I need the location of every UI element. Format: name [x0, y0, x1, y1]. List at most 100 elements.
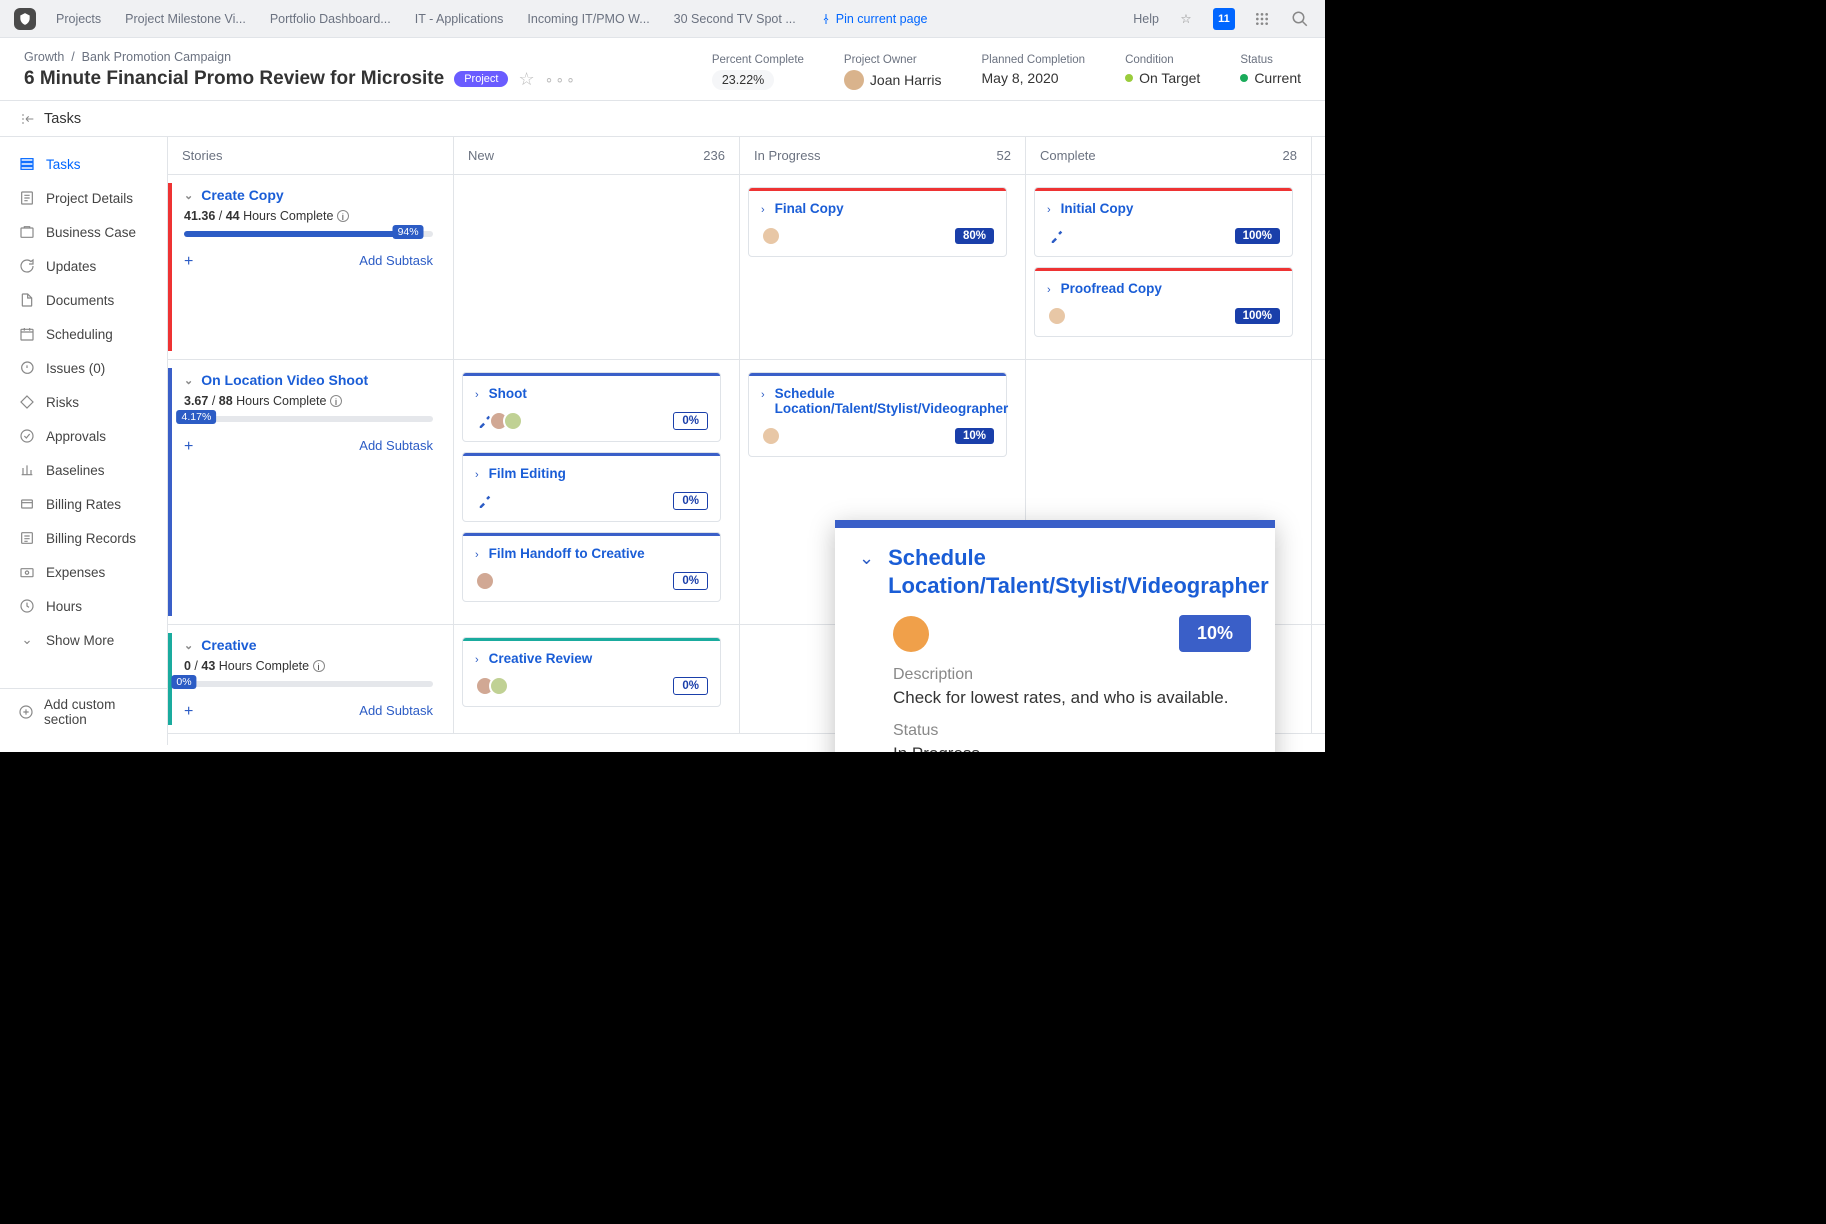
sidebar-item-baselines[interactable]: Baselines [0, 453, 167, 487]
assignee-avatar [761, 226, 781, 246]
column-header-stories: Stories [168, 137, 454, 174]
chevron-down-icon[interactable]: ⌄ [184, 374, 193, 387]
story-title[interactable]: Create Copy [201, 187, 283, 203]
add-subtask-plus[interactable]: + [184, 253, 193, 271]
sidebar-item-icon [18, 461, 36, 479]
sidebar-item-expenses[interactable]: Expenses [0, 555, 167, 589]
nav-tab[interactable]: 30 Second TV Spot ... [674, 12, 796, 26]
tool-icon [1047, 226, 1067, 246]
task-card[interactable]: ›Film Handoff to Creative0% [462, 532, 721, 602]
story-progress: 0% [184, 681, 433, 687]
task-card[interactable]: ›Schedule Location/Talent/Stylist/Videog… [748, 372, 1007, 457]
breadcrumb-root[interactable]: Growth [24, 50, 64, 64]
card-percent: 100% [1235, 228, 1280, 244]
chevron-right-icon: › [475, 389, 479, 401]
sidebar-item-icon [18, 563, 36, 581]
favorite-icon[interactable]: ☆ [518, 69, 534, 90]
sidebar-item-icon [18, 325, 36, 343]
assignee-avatar [761, 426, 781, 446]
tool-icon [475, 491, 495, 511]
sidebar-item-project-details[interactable]: Project Details [0, 181, 167, 215]
favorite-star-icon[interactable]: ☆ [1175, 8, 1197, 30]
column-label: New [468, 148, 494, 163]
stat-percent-complete: Percent Complete 23.22% [712, 54, 804, 90]
app-logo[interactable] [14, 8, 36, 30]
sidebar-item-tasks[interactable]: Tasks [0, 147, 167, 181]
sidebar: TasksProject DetailsBusiness CaseUpdates… [0, 137, 168, 745]
top-nav: Projects Project Milestone Vi... Portfol… [0, 0, 1325, 38]
apps-icon[interactable] [1251, 8, 1273, 30]
collapse-icon[interactable] [20, 112, 36, 126]
pin-page-button[interactable]: Pin current page [820, 12, 928, 26]
nav-tab[interactable]: Project Milestone Vi... [125, 12, 246, 26]
nav-tab[interactable]: IT - Applications [415, 12, 504, 26]
info-icon[interactable]: i [330, 395, 342, 407]
chevron-right-icon: › [1047, 204, 1051, 216]
task-card[interactable]: ›Final Copy80% [748, 187, 1007, 257]
sidebar-item-updates[interactable]: Updates [0, 249, 167, 283]
info-icon[interactable]: i [313, 660, 325, 672]
sidebar-item-approvals[interactable]: Approvals [0, 419, 167, 453]
task-card[interactable]: ›Proofread Copy100% [1034, 267, 1293, 337]
nav-tab[interactable]: Incoming IT/PMO W... [527, 12, 649, 26]
stat-condition: Condition On Target [1125, 54, 1200, 86]
add-subtask-link[interactable]: Add Subtask [359, 703, 433, 721]
sidebar-item-risks[interactable]: Risks [0, 385, 167, 419]
popup-status-label: Status [893, 722, 1251, 740]
chevron-down-icon[interactable]: ⌄ [184, 189, 193, 202]
card-percent: 80% [955, 228, 994, 244]
story-title[interactable]: Creative [201, 637, 256, 653]
page-title: 6 Minute Financial Promo Review for Micr… [24, 68, 444, 90]
column-header-new: New 236 [454, 137, 740, 174]
sidebar-item-scheduling[interactable]: Scheduling [0, 317, 167, 351]
sidebar-item-billing-records[interactable]: Billing Records [0, 521, 167, 555]
column-header-in-progress: In Progress 52 [740, 137, 1026, 174]
sidebar-item-documents[interactable]: Documents [0, 283, 167, 317]
sidebar-add-custom[interactable]: Add custom section [0, 689, 167, 735]
assignee-avatar[interactable] [893, 616, 929, 652]
add-subtask-link[interactable]: Add Subtask [359, 438, 433, 456]
stat-planned-completion: Planned Completion May 8, 2020 [982, 54, 1086, 86]
sidebar-show-more[interactable]: ⌄ Show More [0, 623, 167, 657]
chevron-right-icon: › [1047, 284, 1051, 296]
sidebar-item-label: Expenses [46, 565, 105, 580]
sidebar-item-hours[interactable]: Hours [0, 589, 167, 623]
search-icon[interactable] [1289, 8, 1311, 30]
story-progress: 94% [184, 231, 433, 237]
chevron-down-icon: ⌄ [18, 631, 36, 649]
task-card[interactable]: ›Film Editing0% [462, 452, 721, 522]
card-percent: 0% [673, 492, 708, 510]
task-card[interactable]: ›Initial Copy100% [1034, 187, 1293, 257]
sidebar-item-issues-0-[interactable]: Issues (0) [0, 351, 167, 385]
chevron-down-icon[interactable]: ⌄ [184, 639, 193, 652]
nav-tab[interactable]: Projects [56, 12, 101, 26]
chevron-down-icon[interactable]: ⌄ [859, 548, 874, 569]
sidebar-item-icon [18, 291, 36, 309]
notifications-badge[interactable]: 11 [1213, 8, 1235, 30]
owner-avatar [844, 70, 864, 90]
stat-value: May 8, 2020 [982, 70, 1086, 86]
breadcrumb-project[interactable]: Bank Promotion Campaign [82, 50, 231, 64]
sidebar-item-business-case[interactable]: Business Case [0, 215, 167, 249]
add-subtask-link[interactable]: Add Subtask [359, 253, 433, 271]
task-card[interactable]: ›Creative Review0% [462, 637, 721, 707]
sidebar-item-billing-rates[interactable]: Billing Rates [0, 487, 167, 521]
add-subtask-plus[interactable]: + [184, 438, 193, 456]
help-link[interactable]: Help [1133, 12, 1159, 26]
sidebar-item-label: Baselines [46, 463, 105, 478]
story-row: ⌄Create Copy41.36 / 44 Hours Complete i9… [168, 175, 1325, 360]
nav-tab[interactable]: Portfolio Dashboard... [270, 12, 391, 26]
story-title[interactable]: On Location Video Shoot [201, 372, 368, 388]
popup-title: Schedule Location/Talent/Stylist/Videogr… [888, 544, 1269, 599]
more-menu-icon[interactable]: ∘∘∘ [545, 71, 577, 88]
info-icon[interactable]: i [337, 210, 349, 222]
stat-label: Project Owner [844, 54, 942, 66]
stat-value: On Target [1139, 70, 1200, 86]
popup-percent: 10% [1179, 615, 1251, 652]
stat-value: Current [1254, 70, 1301, 86]
story-progress: 4.17% [184, 416, 433, 422]
task-card[interactable]: ›Shoot0% [462, 372, 721, 442]
column-label: In Progress [754, 148, 820, 163]
add-subtask-plus[interactable]: + [184, 703, 193, 721]
card-title: Film Editing [489, 466, 566, 481]
